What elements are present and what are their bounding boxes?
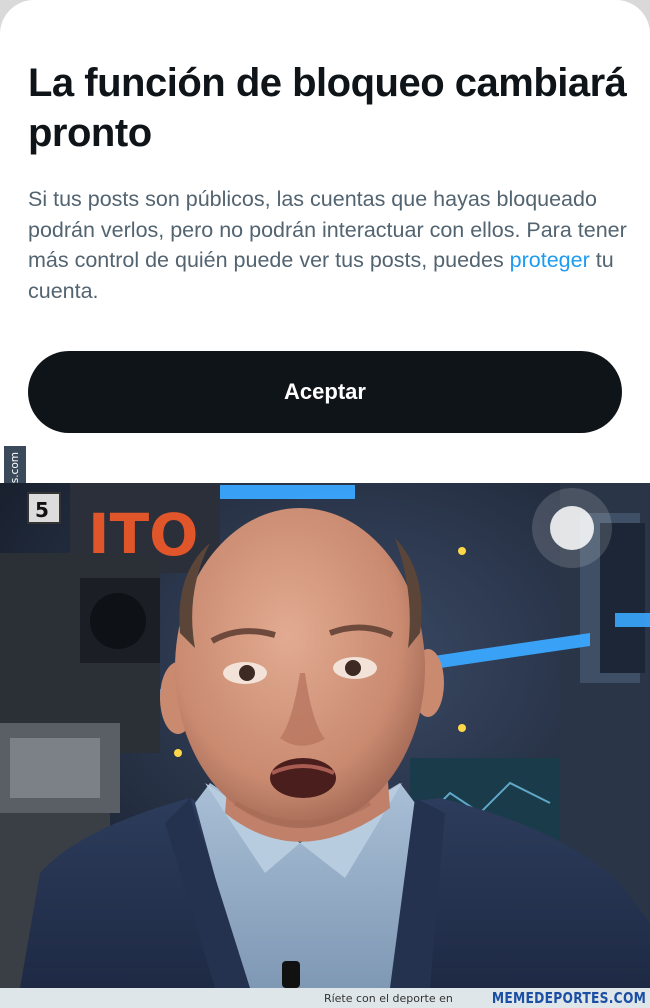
camera-number: 5: [35, 498, 49, 522]
news-anchor-photo: ITO 5: [0, 483, 650, 988]
accept-button[interactable]: Aceptar: [28, 351, 622, 433]
blue-light-strip: [215, 485, 355, 499]
studio-scene: ITO 5: [0, 483, 650, 988]
protect-account-link[interactable]: proteger: [510, 248, 590, 272]
footer-watermark: Ríete con el deporte en MEMEDEPORTES.COM: [0, 988, 650, 1008]
footer-brand-logo: MEMEDEPORTES.COM: [491, 989, 646, 1007]
block-feature-dialog: La función de bloqueo cambiará pronto Si…: [0, 0, 650, 483]
footer-tagline: Ríete con el deporte en: [323, 991, 453, 1005]
dialog-body: Si tus posts son públicos, las cuentas q…: [28, 184, 628, 306]
lapel-mic: [282, 961, 300, 988]
dialog-title: La función de bloqueo cambiará pronto: [28, 61, 627, 155]
